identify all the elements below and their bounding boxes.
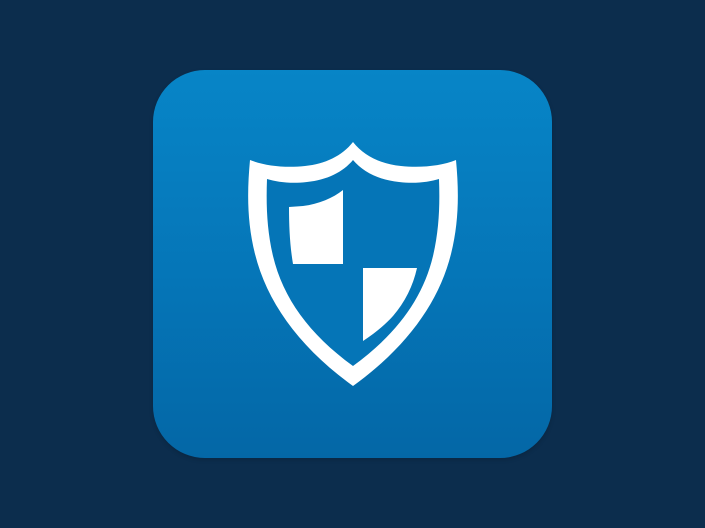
shield-inner: [266, 160, 440, 366]
shield-icon: [247, 142, 459, 386]
